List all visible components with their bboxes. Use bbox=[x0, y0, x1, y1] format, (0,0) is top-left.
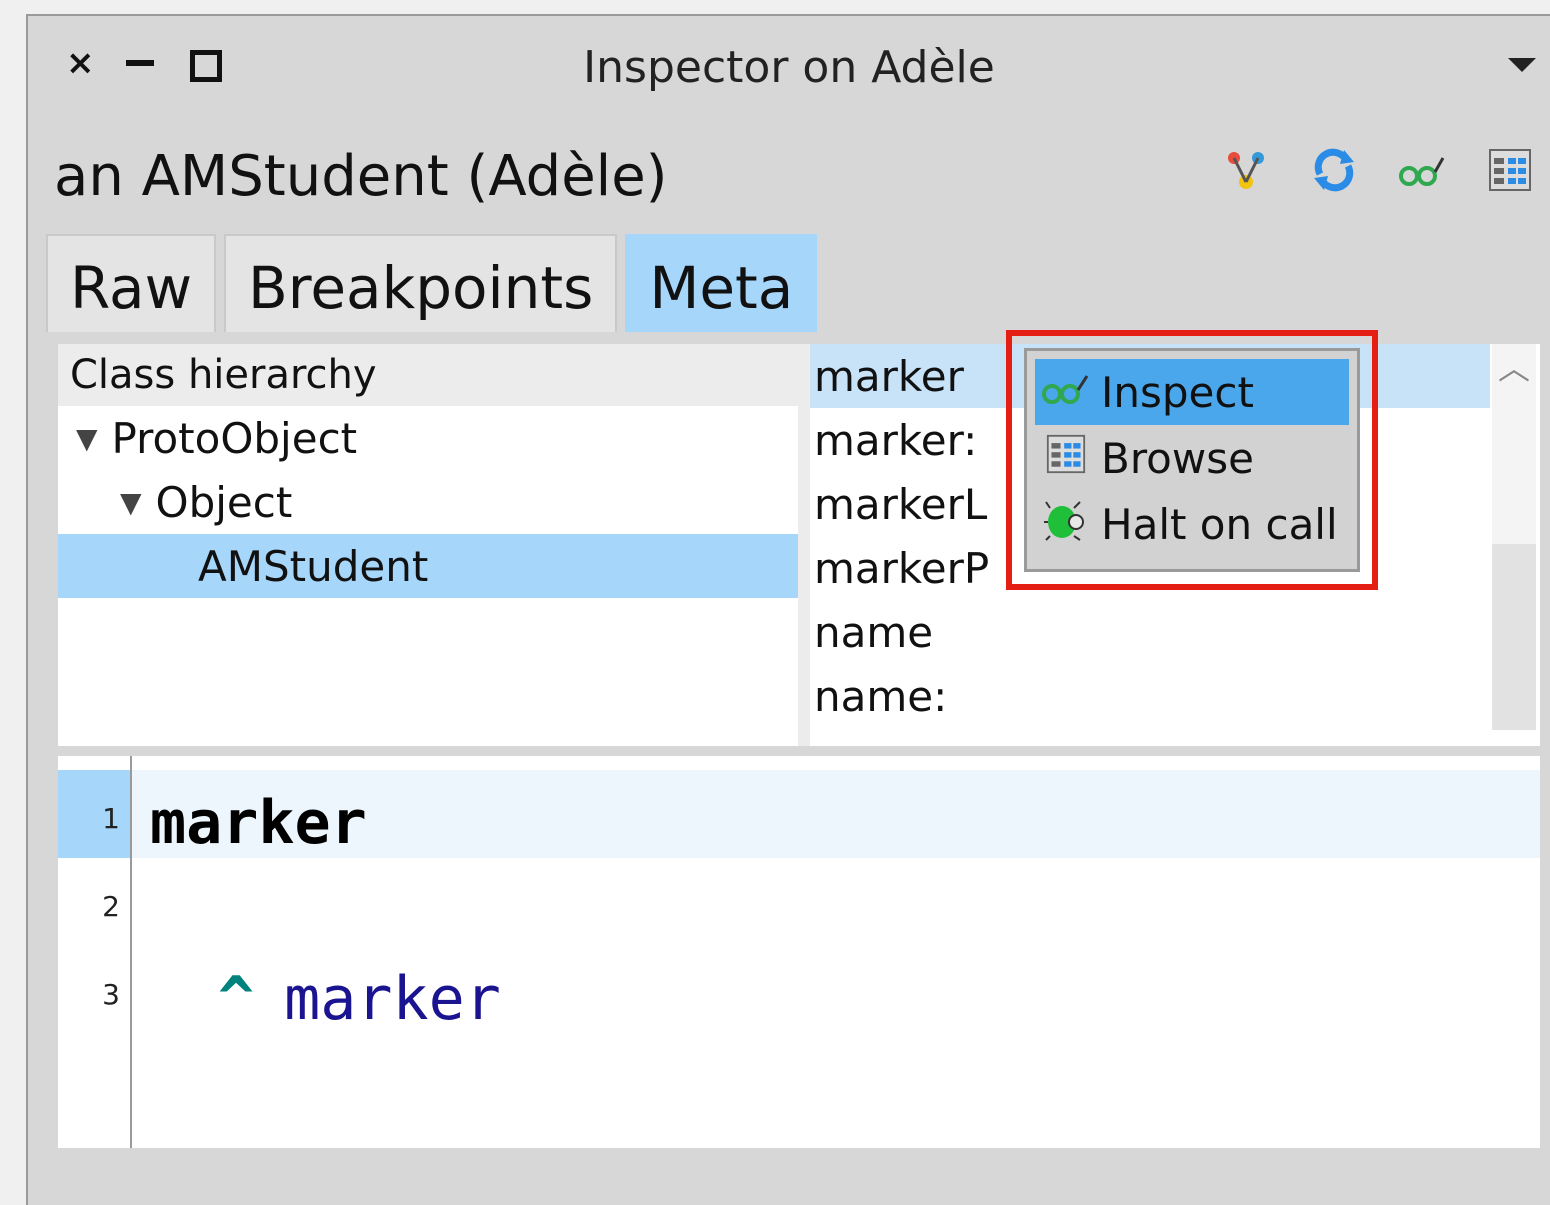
inspector-window: × Inspector on Adèle an AMStudent (Adèle… bbox=[26, 14, 1550, 1205]
return-identifier: marker bbox=[284, 964, 501, 1034]
inspector-tabs: Raw Breakpoints Meta bbox=[46, 234, 825, 332]
browse-icon[interactable] bbox=[1486, 146, 1534, 194]
highlight-frame: Inspect Browse Halt on call bbox=[1006, 330, 1378, 590]
inspected-object-title: an AMStudent (Adèle) bbox=[54, 144, 668, 209]
menu-item-halt-on-call[interactable]: Halt on call bbox=[1035, 491, 1349, 557]
class-hierarchy-header: Class hierarchy bbox=[58, 344, 798, 406]
code-line-3[interactable]: ^ marker bbox=[218, 964, 501, 1034]
refresh-icon[interactable] bbox=[1310, 146, 1358, 194]
line-number: 2 bbox=[102, 890, 120, 923]
tab-breakpoints[interactable]: Breakpoints bbox=[224, 234, 618, 332]
tree-item-object[interactable]: ▼ Object bbox=[58, 470, 798, 534]
tab-raw[interactable]: Raw bbox=[46, 234, 217, 332]
scroll-up-icon[interactable]: ︿ bbox=[1492, 344, 1536, 392]
menu-item-inspect[interactable]: Inspect bbox=[1035, 359, 1349, 425]
return-caret: ^ bbox=[218, 964, 255, 1034]
expand-triangle-icon[interactable]: ▼ bbox=[120, 486, 142, 519]
pane-splitter[interactable] bbox=[798, 344, 810, 746]
tree-item-protoobject[interactable]: ▼ ProtoObject bbox=[58, 406, 798, 470]
scrollbar-thumb[interactable] bbox=[1492, 544, 1536, 730]
tree-item-amstudent[interactable]: AMStudent bbox=[58, 534, 798, 598]
glasses-icon bbox=[1035, 370, 1097, 414]
code-editor[interactable]: 1 2 3 marker ^ marker bbox=[58, 756, 1540, 1148]
method-item[interactable]: name: bbox=[810, 664, 1490, 728]
menu-item-label: Halt on call bbox=[1101, 499, 1338, 549]
class-hierarchy-tree: Class hierarchy ▼ ProtoObject ▼ Object A… bbox=[58, 344, 798, 746]
line-number-gutter: 1 2 3 bbox=[58, 756, 132, 1148]
method-list-scrollbar[interactable]: ︿ bbox=[1492, 344, 1536, 730]
code-line-1[interactable]: marker bbox=[150, 788, 367, 858]
tree-item-label: ProtoObject bbox=[111, 413, 358, 463]
inspect-glasses-icon[interactable] bbox=[1398, 146, 1446, 194]
menu-item-label: Inspect bbox=[1101, 367, 1254, 417]
tree-item-label: Object bbox=[155, 477, 293, 527]
window-menu-arrow-icon[interactable] bbox=[1508, 58, 1536, 72]
expand-triangle-icon[interactable]: ▼ bbox=[76, 422, 98, 455]
title-bar[interactable]: × Inspector on Adèle bbox=[28, 16, 1550, 108]
window-title: Inspector on Adèle bbox=[583, 42, 995, 93]
inspector-toolbar bbox=[1222, 146, 1534, 194]
line-number: 3 bbox=[102, 978, 120, 1011]
bug-icon bbox=[1035, 498, 1097, 550]
hierarchy-icon[interactable] bbox=[1222, 146, 1270, 194]
browse-icon bbox=[1035, 434, 1097, 482]
tab-meta[interactable]: Meta bbox=[625, 234, 818, 332]
menu-item-browse[interactable]: Browse bbox=[1035, 425, 1349, 491]
menu-item-label: Browse bbox=[1101, 433, 1254, 483]
tree-item-label: AMStudent bbox=[198, 541, 429, 591]
line-number: 1 bbox=[102, 802, 120, 835]
context-menu: Inspect Browse Halt on call bbox=[1024, 348, 1360, 572]
method-item[interactable]: name bbox=[810, 600, 1490, 664]
